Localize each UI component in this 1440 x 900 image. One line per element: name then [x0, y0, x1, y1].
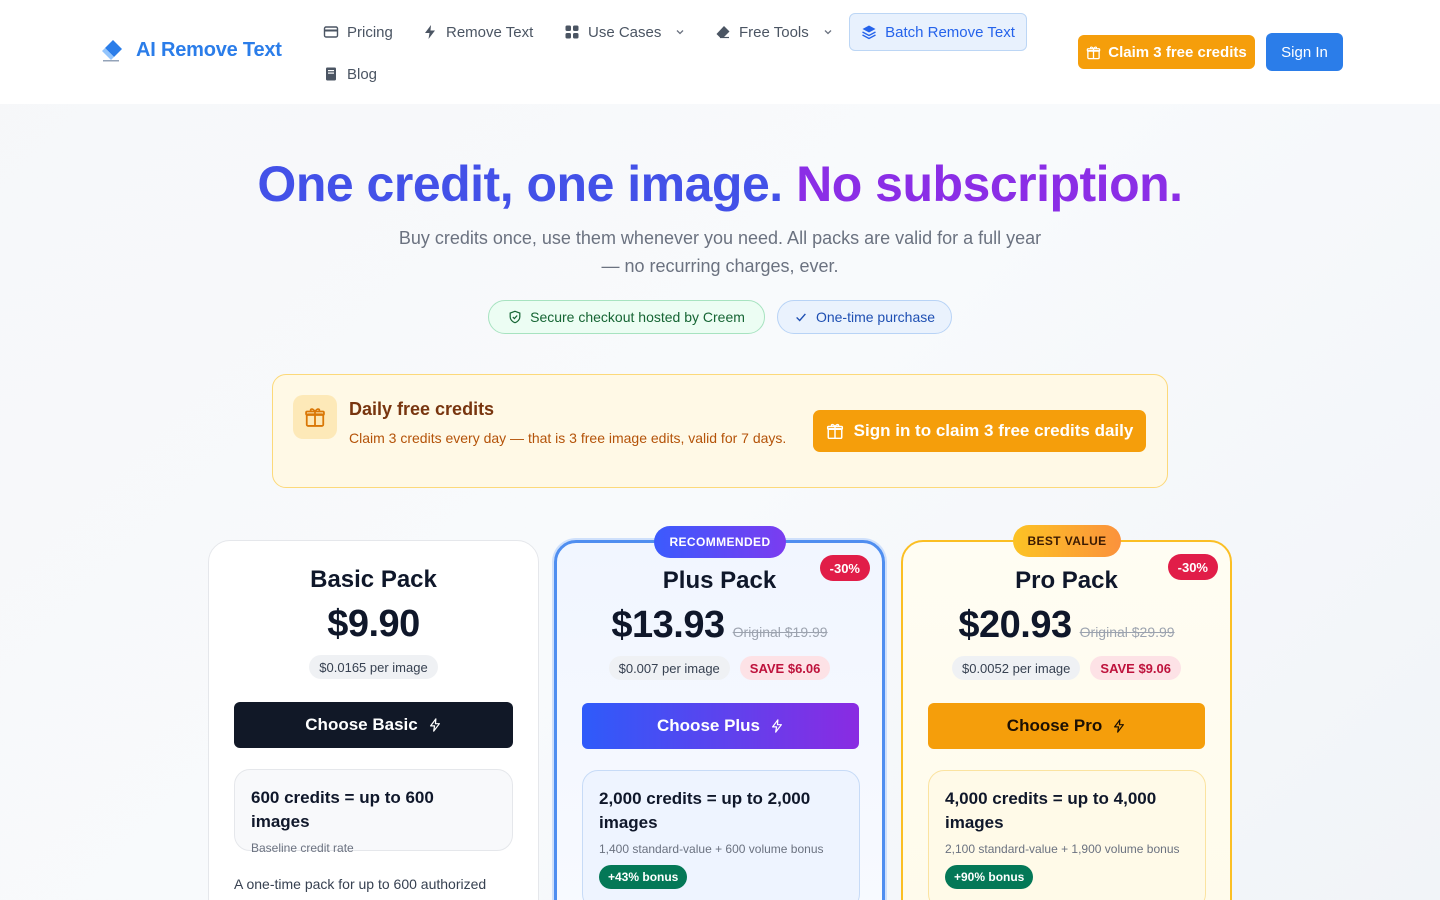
- choose-pro-button[interactable]: Choose Pro: [928, 703, 1205, 749]
- plan-name: Basic Pack: [310, 566, 437, 593]
- choose-button-label: Choose Pro: [1006, 716, 1103, 735]
- lightning-icon: [425, 25, 435, 39]
- choose-basic-button[interactable]: Choose Basic: [234, 702, 513, 748]
- nav-blog-label: Blog: [347, 65, 378, 83]
- chip-row: $0.0052 per image SAVE $9.06: [903, 656, 1230, 680]
- nav-remove-text[interactable]: Remove Text: [422, 20, 533, 44]
- plan-name: Plus Pack: [662, 567, 777, 594]
- pricing-card-basic: Basic Pack $9.90 $0.0165 per image Choos…: [208, 540, 539, 900]
- plan-name: Pro Pack: [1015, 567, 1118, 594]
- credits-title: 2,000 credits = up to 2,000 images: [599, 789, 811, 832]
- credits-subtitle: 2,100 standard-value + 1,900 volume bonu…: [945, 842, 1180, 856]
- plan-description: A one-time pack for up to 600 authorized: [234, 876, 487, 892]
- per-image-rate: $0.007 per image: [608, 656, 730, 680]
- layers-icon: [862, 25, 876, 40]
- credits-box: 600 credits = up to 600 images Baseline …: [234, 769, 513, 855]
- best-value-badge: BEST VALUE: [1013, 525, 1121, 557]
- plan-price: $9.90: [327, 603, 420, 645]
- chip-row: $0.0165 per image: [209, 655, 538, 679]
- original-price: Original $29.99: [1079, 624, 1175, 640]
- credits-subtitle: Baseline credit rate: [251, 841, 354, 855]
- gift-icon: [305, 408, 325, 427]
- nav-remove-text-label: Remove Text: [446, 23, 534, 41]
- bonus-badge: +90% bonus: [945, 865, 1034, 889]
- plan-price: $20.93: [958, 604, 1072, 646]
- daily-credits-description: Claim 3 credits every day — that is 3 fr…: [349, 430, 787, 446]
- daily-claim-button[interactable]: Sign in to claim 3 free credits daily: [813, 410, 1146, 452]
- sign-in-button[interactable]: Sign In: [1266, 33, 1343, 71]
- original-price: Original $19.99: [732, 624, 828, 640]
- choose-plus-button[interactable]: Choose Plus: [582, 703, 859, 749]
- claim-free-credits-button[interactable]: Claim 3 free credits: [1078, 35, 1255, 69]
- choose-button-label: Choose Basic: [305, 715, 418, 734]
- lightning-icon: [771, 719, 782, 733]
- choose-button-label: Choose Plus: [657, 716, 760, 735]
- chevron-down-icon: [824, 30, 832, 35]
- gift-icon-tile: [293, 395, 337, 439]
- price-row: $9.90: [209, 603, 538, 646]
- daily-credits-banner: Daily free credits Claim 3 credits every…: [272, 374, 1168, 488]
- gift-icon: [826, 423, 843, 440]
- one-time-purchase-label: One-time purchase: [815, 309, 936, 325]
- per-image-rate: $0.0052 per image: [951, 656, 1081, 680]
- shield-check-icon: [509, 310, 521, 324]
- save-badge: SAVE $6.06: [739, 656, 831, 680]
- credits-title: 600 credits = up to 600 images: [251, 788, 434, 831]
- pricing-card-pro: BEST VALUE -30% Pro Pack $20.93 Original…: [901, 525, 1232, 900]
- claim-button-label: Claim 3 free credits: [1108, 43, 1247, 61]
- bonus-badge: +43% bonus: [599, 865, 688, 889]
- book-icon: [326, 67, 336, 81]
- chip-row: $0.007 per image SAVE $6.06: [557, 656, 882, 680]
- page-subtitle: Buy credits once, use them whenever you …: [398, 228, 1042, 276]
- nav-use-cases-label: Use Cases: [588, 23, 662, 41]
- credits-title: 4,000 credits = up to 4,000 images: [945, 789, 1157, 832]
- chevron-down-icon: [676, 30, 684, 35]
- nav-use-cases[interactable]: Use Cases: [564, 20, 685, 44]
- grid-icon: [565, 25, 579, 39]
- secure-checkout-label: Secure checkout hosted by Creem: [530, 309, 745, 325]
- credits-box: 4,000 credits = up to 4,000 images 2,100…: [928, 770, 1206, 900]
- secure-checkout-pill: Secure checkout hosted by Creem: [488, 300, 765, 334]
- daily-credits-title: Daily free credits: [349, 399, 495, 419]
- gift-icon: [1087, 46, 1101, 59]
- title-part-1: One credit, one image.: [257, 156, 783, 212]
- credits-subtitle: 1,400 standard-value + 600 volume bonus: [599, 842, 824, 856]
- check-icon: [796, 313, 806, 322]
- title-part-2: No subscription.: [796, 156, 1183, 212]
- daily-claim-label: Sign in to claim 3 free credits daily: [853, 421, 1134, 440]
- lightning-icon: [429, 718, 440, 732]
- plan-price: $13.93: [611, 604, 725, 646]
- recommended-badge: RECOMMENDED: [654, 526, 786, 558]
- price-row: $13.93 Original $19.99: [557, 604, 882, 647]
- credits-box: 2,000 credits = up to 2,000 images 1,400…: [582, 770, 860, 900]
- credit-card-icon: [323, 26, 339, 38]
- nav-pricing[interactable]: Pricing: [323, 20, 393, 44]
- eraser-logo-icon: [102, 40, 122, 62]
- price-row: $20.93 Original $29.99: [903, 604, 1230, 647]
- site-header: AI Remove Text Pricing Remove Text Use C…: [0, 0, 1440, 104]
- eraser-icon: [716, 26, 730, 39]
- per-image-rate: $0.0165 per image: [309, 655, 438, 679]
- nav-pricing-label: Pricing: [347, 23, 393, 41]
- page-title: One credit, one image. No subscription.: [0, 154, 1440, 214]
- one-time-purchase-pill: One-time purchase: [777, 300, 952, 334]
- nav-batch-label: Batch Remove Text: [885, 23, 1015, 41]
- brand-name: AI Remove Text: [136, 38, 282, 61]
- nav-free-tools-label: Free Tools: [739, 23, 809, 41]
- pricing-card-plus: RECOMMENDED -30% Plus Pack $13.93 Origin…: [554, 526, 885, 900]
- save-badge: SAVE $9.06: [1090, 656, 1181, 680]
- nav-blog[interactable]: Blog: [323, 62, 377, 86]
- nav-free-tools[interactable]: Free Tools: [715, 20, 833, 44]
- lightning-icon: [1114, 719, 1125, 733]
- brand-logo[interactable]: AI Remove Text: [100, 38, 282, 62]
- nav-batch-remove-text[interactable]: Batch Remove Text: [849, 13, 1027, 51]
